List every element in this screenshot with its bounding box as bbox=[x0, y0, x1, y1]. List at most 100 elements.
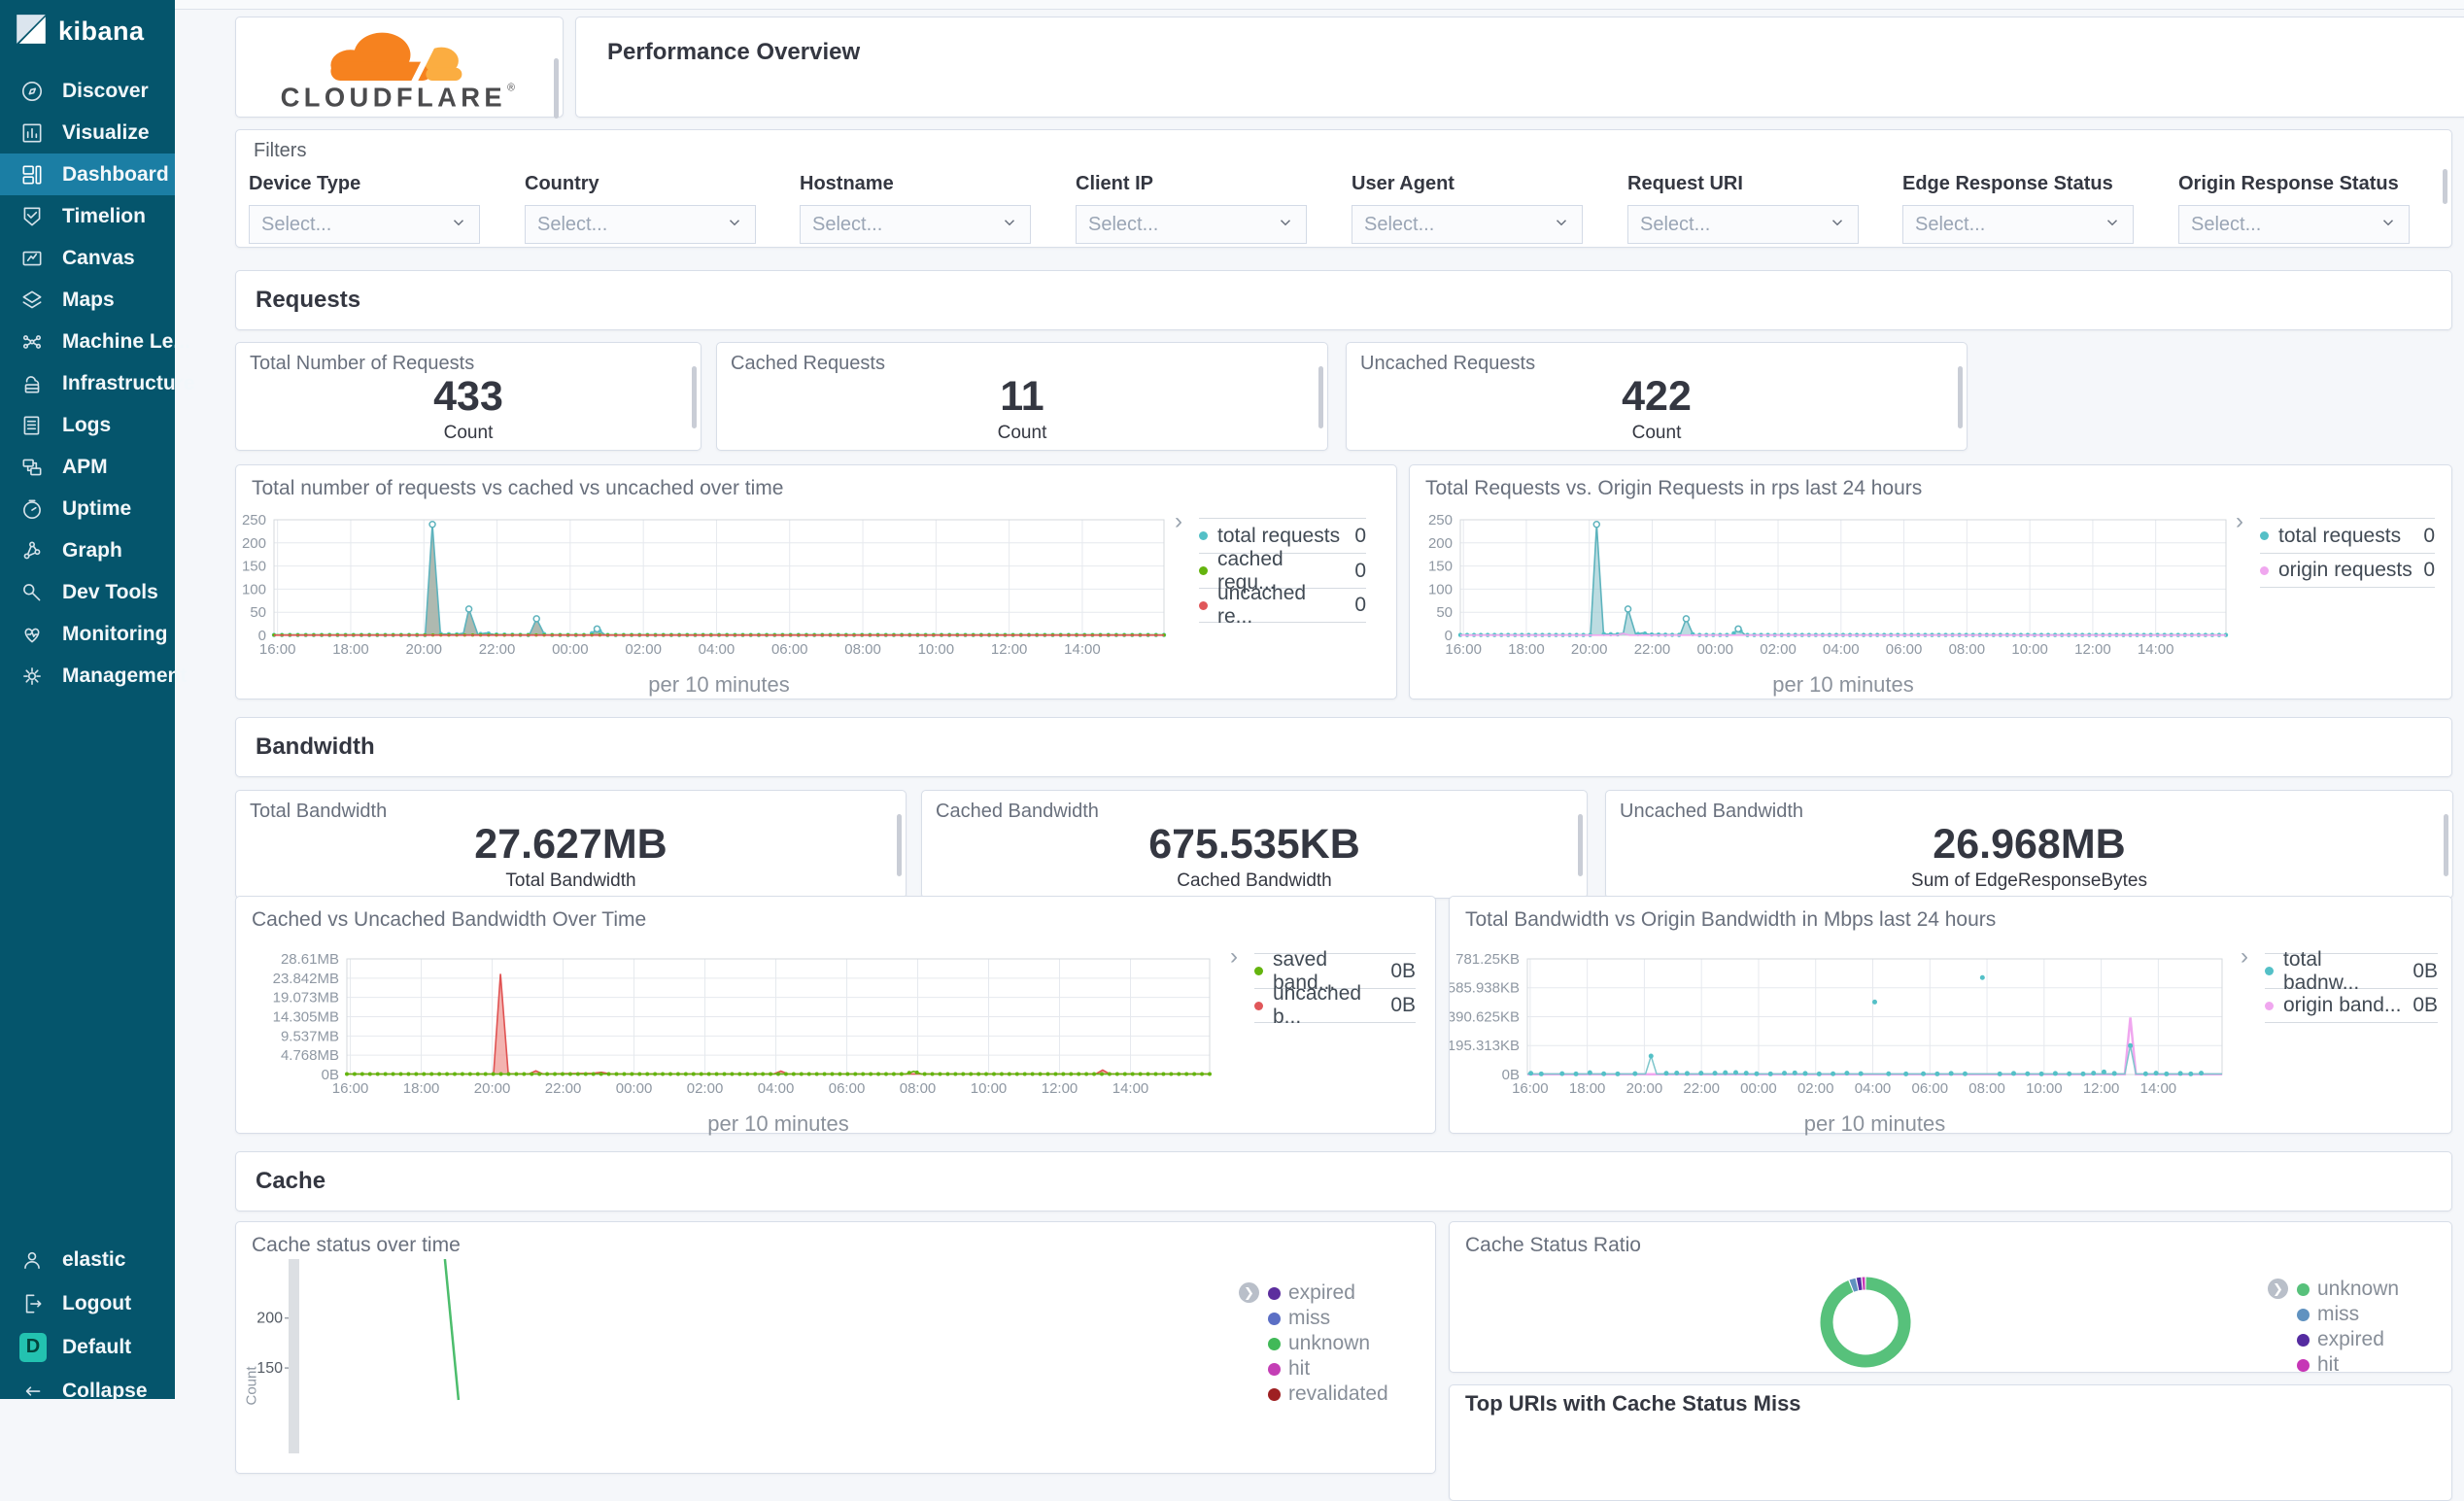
user-icon bbox=[19, 1246, 47, 1274]
legend-collapse-icon[interactable]: ❯ bbox=[1239, 1282, 1259, 1303]
x-axis-label: per 10 minutes bbox=[1460, 672, 2226, 698]
sidebar-item-dev-tools[interactable]: Dev Tools bbox=[0, 571, 175, 613]
metric-title: Total Number of Requests bbox=[250, 353, 474, 375]
page-title: Performance Overview bbox=[576, 17, 2464, 66]
legend-item-origin-band-[interactable]: origin band...0B bbox=[2265, 988, 2438, 1023]
filter-select[interactable]: Select... bbox=[249, 205, 480, 244]
cloudflare-logo: CLOUDFLARE ® bbox=[254, 19, 545, 113]
filter-select[interactable]: Select... bbox=[2178, 205, 2410, 244]
sidebar-item-infrastructure[interactable]: Infrastructure bbox=[0, 362, 175, 404]
sidebar-item-machine-learning[interactable]: Machine Le... bbox=[0, 321, 175, 362]
legend-collapse-icon[interactable]: ❯ bbox=[2268, 1279, 2288, 1299]
legend-item-uncached-re-[interactable]: uncached re...0 bbox=[1199, 588, 1366, 623]
chart-title: Cached vs Uncached Bandwidth Over Time bbox=[252, 908, 646, 932]
legend-item-unknown[interactable]: unknown bbox=[2297, 1277, 2399, 1302]
legend-label: uncached b... bbox=[1273, 982, 1381, 1029]
legend-item-hit[interactable]: hit bbox=[2297, 1352, 2399, 1373]
legend-item-expired[interactable]: expired bbox=[1268, 1280, 1388, 1306]
sidebar-item-logs[interactable]: Logs bbox=[0, 404, 175, 446]
panel-scrollbar[interactable] bbox=[2444, 814, 2448, 876]
filter-field-client-ip: Client IPSelect... bbox=[1076, 173, 1307, 244]
legend-collapse-icon[interactable]: › bbox=[1175, 508, 1182, 535]
panel-scrollbar[interactable] bbox=[1958, 366, 1963, 428]
svg-text:06:00: 06:00 bbox=[771, 641, 808, 658]
sidebar-item-management[interactable]: Management bbox=[0, 655, 175, 697]
panel-scrollbar[interactable] bbox=[554, 58, 559, 119]
metric-card-total-bandwidth: Total Bandwidth27.627MBTotal Bandwidth bbox=[235, 790, 907, 899]
kibana-logo[interactable]: kibana bbox=[0, 0, 175, 62]
sidebar-item-monitoring[interactable]: Monitoring bbox=[0, 613, 175, 655]
chart-plot[interactable]: 0B195.313KB390.625KB585.938KB781.25KB16:… bbox=[1450, 951, 2232, 1102]
sidebar-item-maps[interactable]: Maps bbox=[0, 279, 175, 321]
svg-text:06:00: 06:00 bbox=[1912, 1080, 1949, 1097]
legend-item-total-requests[interactable]: total requests0 bbox=[2260, 518, 2435, 553]
sidebar-item-default[interactable]: DDefault bbox=[0, 1325, 175, 1369]
legend-collapse-icon[interactable]: › bbox=[1230, 943, 1238, 971]
sidebar-item-user[interactable]: elastic bbox=[0, 1238, 175, 1281]
management-icon bbox=[19, 663, 47, 690]
bandwidth-vs-origin-chart-panel: Total Bandwidth vs Origin Bandwidth in M… bbox=[1449, 896, 2452, 1134]
requests-heading: Requests bbox=[236, 271, 2451, 329]
filter-select[interactable]: Select... bbox=[1076, 205, 1307, 244]
sidebar-item-timelion[interactable]: Timelion bbox=[0, 195, 175, 237]
chart-legend: expiredmissunknownhitrevalidated bbox=[1268, 1280, 1388, 1407]
svg-text:08:00: 08:00 bbox=[1949, 641, 1986, 658]
legend-item-expired[interactable]: expired bbox=[2297, 1327, 2399, 1352]
svg-text:4.768MB: 4.768MB bbox=[281, 1047, 339, 1064]
sidebar-item-apm[interactable]: APM bbox=[0, 446, 175, 488]
legend-dot bbox=[1268, 1287, 1281, 1300]
chevron-down-icon bbox=[2379, 214, 2397, 236]
chart-plot[interactable]: 05010015020025016:0018:0020:0022:0000:00… bbox=[1410, 512, 2236, 663]
legend-dot bbox=[2265, 1002, 2274, 1010]
sidebar-item-discover[interactable]: Discover bbox=[0, 70, 175, 112]
svg-text:10:00: 10:00 bbox=[2026, 1080, 2063, 1097]
legend-value: 0 bbox=[1354, 560, 1366, 583]
cache-status-donut[interactable] bbox=[1768, 1269, 1963, 1373]
sidebar-item-label: Canvas bbox=[62, 247, 135, 270]
legend-collapse-icon[interactable]: › bbox=[2236, 508, 2243, 535]
legend-label: hit bbox=[1288, 1357, 1310, 1381]
filter-select[interactable]: Select... bbox=[1902, 205, 2134, 244]
filter-select[interactable]: Select... bbox=[1627, 205, 1859, 244]
legend-dot bbox=[1199, 601, 1208, 610]
legend-dot bbox=[2297, 1334, 2310, 1347]
panel-scrollbar[interactable] bbox=[692, 366, 697, 428]
panel-scrollbar[interactable] bbox=[1578, 814, 1583, 876]
metric-card-uncached-requests: Uncached Requests422Count bbox=[1346, 342, 1968, 451]
sidebar-item-dashboard[interactable]: Dashboard bbox=[0, 154, 175, 195]
sidebar-item-logout[interactable]: Logout bbox=[0, 1281, 175, 1325]
chart-plot[interactable]: 05010015020025016:0018:0020:0022:0000:00… bbox=[236, 512, 1174, 663]
legend-label: revalidated bbox=[1288, 1382, 1388, 1406]
sidebar-item-graph[interactable]: Graph bbox=[0, 529, 175, 571]
metric-value: 675.535KB bbox=[922, 822, 1587, 867]
chart-plot[interactable]: 0B4.768MB9.537MB14.305MB19.073MB23.842MB… bbox=[236, 951, 1219, 1102]
legend-item-revalidated[interactable]: revalidated bbox=[1268, 1382, 1388, 1407]
legend-collapse-icon[interactable]: › bbox=[2241, 943, 2248, 971]
chart-plot[interactable]: 200150 bbox=[236, 1259, 1206, 1453]
sidebar-item-collapse[interactable]: Collapse bbox=[0, 1369, 175, 1413]
legend-item-total-badnw-[interactable]: total badnw...0B bbox=[2265, 953, 2438, 988]
sidebar-item-uptime[interactable]: Uptime bbox=[0, 488, 175, 529]
filter-select[interactable]: Select... bbox=[525, 205, 756, 244]
panel-scrollbar[interactable] bbox=[897, 814, 902, 876]
filter-select[interactable]: Select... bbox=[800, 205, 1031, 244]
svg-text:16:00: 16:00 bbox=[1445, 641, 1482, 658]
legend-item-origin-requests[interactable]: origin requests0 bbox=[2260, 553, 2435, 588]
sidebar-item-visualize[interactable]: Visualize bbox=[0, 112, 175, 154]
svg-text:12:00: 12:00 bbox=[2074, 641, 2111, 658]
legend-item-unknown[interactable]: unknown bbox=[1268, 1331, 1388, 1356]
legend-item-uncached-b-[interactable]: uncached b...0B bbox=[1254, 988, 1416, 1023]
sidebar-item-canvas[interactable]: Canvas bbox=[0, 237, 175, 279]
metric-title: Total Bandwidth bbox=[250, 801, 387, 823]
legend-item-miss[interactable]: miss bbox=[2297, 1302, 2399, 1327]
legend-item-miss[interactable]: miss bbox=[1268, 1306, 1388, 1331]
legend-dot bbox=[1268, 1338, 1281, 1350]
legend-item-hit[interactable]: hit bbox=[1268, 1356, 1388, 1382]
sidebar-item-label: Graph bbox=[62, 539, 122, 563]
sidebar-item-label: elastic bbox=[62, 1248, 125, 1272]
filter-select[interactable]: Select... bbox=[1352, 205, 1583, 244]
panel-scrollbar[interactable] bbox=[2443, 169, 2447, 204]
sidebar-item-label: Logs bbox=[62, 414, 111, 437]
panel-scrollbar[interactable] bbox=[1318, 366, 1323, 428]
svg-text:150: 150 bbox=[257, 1360, 283, 1377]
